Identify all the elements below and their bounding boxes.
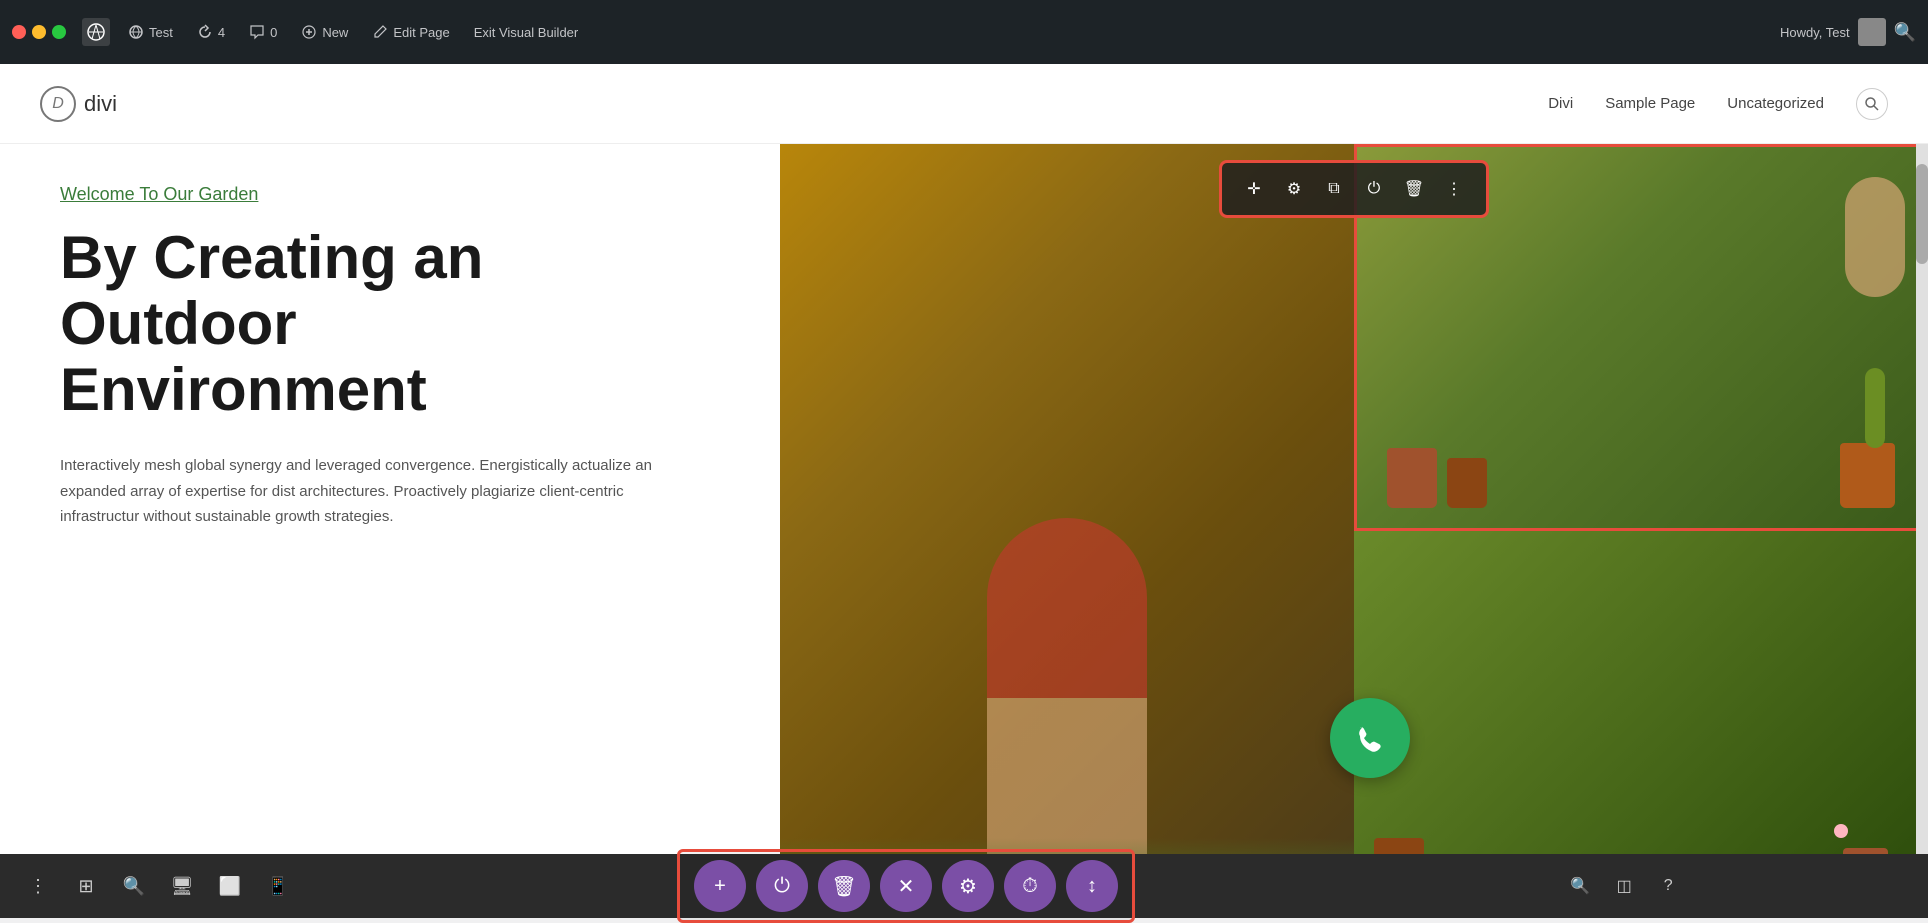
toolbar-search-button[interactable]: 🔍 [112,864,156,908]
bottom-toolbar-left: ⋮ ⊞ 🔍 🖥 ⬜ 📱 [16,864,300,908]
image-grid [780,144,1928,918]
howdy-text: Howdy, Test [1780,25,1850,40]
site-logo[interactable]: D divi [40,86,117,122]
site-nav: Divi Sample Page Uncategorized [1548,88,1888,120]
nav-item-uncategorized[interactable]: Uncategorized [1727,95,1824,112]
admin-avatar[interactable] [1858,18,1886,46]
traffic-light-green[interactable] [52,25,66,39]
hand-silhouette [1845,177,1905,297]
toolbar-mobile-button[interactable]: 📱 [256,864,300,908]
updates-count: 4 [218,25,225,40]
admin-bar-site[interactable]: Test [118,18,183,46]
section-row-actions: + ⏻ 🗑 ✕ ⚙ ⏱ ↕ [677,849,1135,923]
toolbar-more-button[interactable]: ⋮ [16,864,60,908]
module-toolbar: ✛ ⚙ ⧉ ⏻ 🗑 ⋮ [1219,160,1489,218]
wp-logo[interactable] [82,18,110,46]
nav-item-divi[interactable]: Divi [1548,95,1573,112]
extra-actions: 🔍 ◫ ? [1550,860,1698,912]
left-content: Welcome To Our Garden By Creating an Out… [0,144,780,918]
site-search-icon[interactable] [1856,88,1888,120]
site-header: D divi Divi Sample Page Uncategorized [0,64,1928,144]
site-label: Test [149,25,173,40]
scrollbar[interactable] [1916,144,1928,918]
module-more-button[interactable]: ⋮ [1436,171,1472,207]
welcome-link[interactable]: Welcome To Our Garden [60,184,720,205]
traffic-light-red[interactable] [12,25,26,39]
br-search-button[interactable]: 🔍 [1562,868,1598,904]
traffic-lights [12,25,66,39]
nav-item-sample-page[interactable]: Sample Page [1605,95,1695,112]
br-layers-button[interactable]: ◫ [1606,868,1642,904]
logo-circle: D [40,86,76,122]
admin-bar-comments[interactable]: 0 [239,18,287,46]
section-add-button[interactable]: + [694,860,746,912]
br-help-button[interactable]: ? [1650,868,1686,904]
admin-bar-updates[interactable]: 4 [187,18,235,46]
cactus [1865,368,1885,448]
image-cell-top-left [780,144,1354,918]
exit-vb-label: Exit Visual Builder [474,25,579,40]
comments-count: 0 [270,25,277,40]
hero-title-line2: Environment [60,356,427,423]
module-move-button[interactable]: ✛ [1236,171,1272,207]
admin-bar-right: Howdy, Test 🔍 [1780,18,1916,46]
toolbar-desktop-button[interactable]: 🖥 [160,864,204,908]
section-settings-button[interactable]: ⚙ [942,860,994,912]
new-label: New [322,25,348,40]
scrollbar-thumb[interactable] [1916,164,1928,264]
traffic-light-yellow[interactable] [32,25,46,39]
module-duplicate-button[interactable]: ⧉ [1316,171,1352,207]
pot-3 [1840,443,1895,508]
section-power-button[interactable]: ⏻ [756,860,808,912]
edit-page-label: Edit Page [393,25,449,40]
call-button[interactable] [1330,698,1410,778]
hero-title-line1: By Creating an Outdoor [60,224,483,357]
admin-bar-edit-page[interactable]: Edit Page [362,18,459,46]
toolbar-tablet-button[interactable]: ⬜ [208,864,252,908]
logo-letter: D [52,95,64,113]
module-delete-button[interactable]: 🗑 [1396,171,1432,207]
toolbar-layout-button[interactable]: ⊞ [64,864,108,908]
pot-1 [1387,448,1437,508]
section-close-button[interactable]: ✕ [880,860,932,912]
hero-title: By Creating an Outdoor Environment [60,225,720,423]
hero-description: Interactively mesh global synergy and le… [60,453,680,530]
section-delete-button[interactable]: 🗑 [818,860,870,912]
pot-2 [1447,458,1487,508]
logo-name: divi [84,91,117,117]
admin-bar: Test 4 0 New Edit Page Exit Visual Build… [0,0,1928,64]
admin-bar-new[interactable]: New [291,18,358,46]
main-content: Welcome To Our Garden By Creating an Out… [0,144,1928,918]
flower-pink [1834,824,1848,838]
section-history-button[interactable]: ⏱ [1004,860,1056,912]
module-settings-button[interactable]: ⚙ [1276,171,1312,207]
right-content: ✛ ⚙ ⧉ ⏻ 🗑 ⋮ [780,144,1928,918]
admin-bar-exit-vb[interactable]: Exit Visual Builder [464,19,589,46]
section-sort-button[interactable]: ↕ [1066,860,1118,912]
module-disable-button[interactable]: ⏻ [1356,171,1392,207]
admin-search-icon[interactable]: 🔍 [1894,22,1916,43]
